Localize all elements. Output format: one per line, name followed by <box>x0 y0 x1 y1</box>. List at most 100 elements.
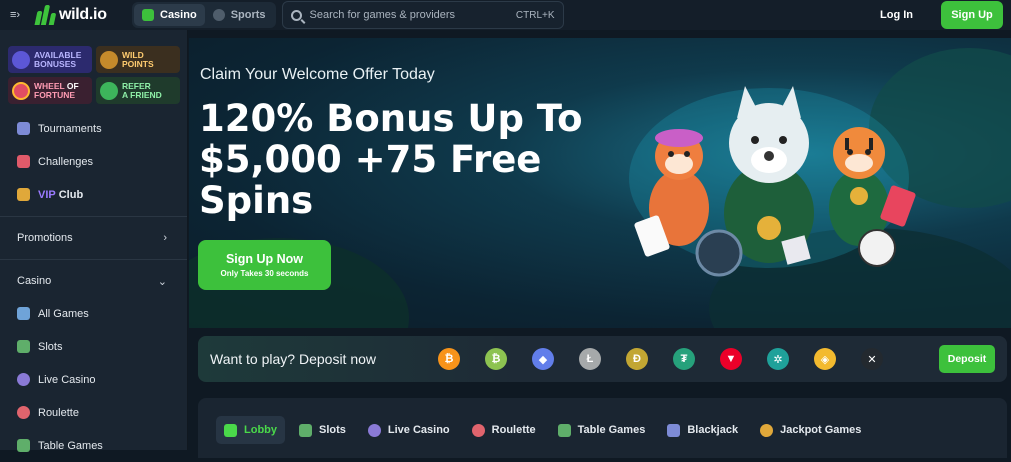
tab-slots[interactable]: Slots <box>291 416 354 444</box>
sidebar-item-label: Roulette <box>38 406 79 419</box>
hero-claim-text: Claim Your Welcome Offer Today <box>200 66 435 83</box>
xrp-icon[interactable]: ✕ <box>861 348 883 370</box>
sidebar-item-label: Challenges <box>38 155 94 168</box>
roulette-icon <box>471 423 485 437</box>
tab-label: Slots <box>319 424 346 436</box>
lobby-panel: Lobby Slots Live Casino Roulette Table G… <box>198 398 1007 458</box>
tab-lobby[interactable]: Lobby <box>216 416 285 444</box>
sidebar-item-all-games[interactable]: All Games <box>0 297 187 330</box>
tron-icon[interactable]: ▼ <box>720 348 742 370</box>
tab-label: Jackpot Games <box>780 424 862 436</box>
lobby-icon <box>224 423 237 437</box>
tab-label: Table Games <box>577 424 646 436</box>
bitcoin-cash-icon[interactable]: ₿ <box>485 348 507 370</box>
search-input[interactable]: Search for games & providers CTRL+K <box>281 1 564 29</box>
tether-icon[interactable]: ₮ <box>673 348 695 370</box>
litecoin-icon[interactable]: Ł <box>579 348 601 370</box>
casino-icon <box>142 9 154 21</box>
sidebar-item-live-casino[interactable]: Live Casino <box>0 363 187 396</box>
deposit-prompt: Want to play? Deposit now <box>210 351 377 367</box>
deposit-bar: Want to play? Deposit now ₿ ₿ ◆ Ł Ð ₮ ▼ ✲ ◈ ✕ Dep… <box>198 336 1007 382</box>
sidebar-section-casino[interactable]: Casino ⌄ <box>0 265 187 297</box>
promo-grid: AVAILABLE BONUSES WILD POINTS WHEEL OF FORT… <box>0 30 187 104</box>
promo-label-line2: POINTS <box>122 58 154 69</box>
bnb-icon[interactable]: ◈ <box>814 348 836 370</box>
promo-wheel-of-fortune[interactable]: WHEEL OF FORTUNE <box>8 77 92 104</box>
tab-sports[interactable]: Sports <box>205 4 274 26</box>
tab-live-casino[interactable]: Live Casino <box>360 416 458 444</box>
club-label: Club <box>58 188 84 201</box>
megaphone-icon <box>100 81 118 100</box>
dealer-icon <box>17 373 30 386</box>
grid-icon <box>17 307 30 320</box>
section-label: Promotions <box>17 232 73 244</box>
soccer-ball-icon <box>858 229 896 267</box>
crown-icon <box>17 188 30 201</box>
main-content: Claim Your Welcome Offer Today 120% Bonu… <box>189 30 1011 458</box>
sidebar-section-promotions[interactable]: Promotions › <box>0 222 187 254</box>
slot-machine-icon <box>299 423 312 437</box>
hero-banner: Claim Your Welcome Offer Today 120% Bonu… <box>189 38 1011 328</box>
chevron-right-icon: › <box>163 232 167 244</box>
tab-blackjack[interactable]: Blackjack <box>659 416 746 444</box>
sidebar-item-label: Slots <box>38 340 63 353</box>
dogecoin-icon[interactable]: Ð <box>626 348 648 370</box>
table-games-icon <box>557 423 571 437</box>
sidebar-item-vip-club[interactable]: VIP Club <box>0 178 187 211</box>
promo-wild-points[interactable]: WILD POINTS <box>96 46 180 73</box>
tab-roulette[interactable]: Roulette <box>464 416 544 444</box>
tab-casino[interactable]: Casino <box>134 4 205 26</box>
sidebar-item-tournaments[interactable]: Tournaments <box>0 112 187 145</box>
deposit-button[interactable]: Deposit <box>939 345 995 373</box>
signup-button[interactable]: Sign Up <box>941 1 1003 29</box>
logo-text: wild.io <box>59 6 107 23</box>
hero-title: 120% Bonus Up To $5,000 +75 Free Spins <box>199 97 583 222</box>
logo[interactable]: wild.io <box>34 5 124 25</box>
divider <box>0 216 187 217</box>
sidebar-item-label: Live Casino <box>38 373 96 386</box>
poker-chip-icon <box>695 229 743 277</box>
hero-signup-sublabel: Only Takes 30 seconds <box>220 269 309 278</box>
tab-casino-label: Casino <box>160 9 197 21</box>
bitcoin-icon[interactable]: ₿ <box>438 348 460 370</box>
sidebar-item-slots[interactable]: Slots <box>0 330 187 363</box>
sidebar: AVAILABLE BONUSES WILD POINTS WHEEL OF FORT… <box>0 30 188 452</box>
tab-label: Lobby <box>244 424 277 436</box>
sidebar-list: Tournaments Challenges VIP Club Promotio… <box>0 112 187 462</box>
sports-ball-icon <box>212 9 225 21</box>
sidebar-item-label: All Games <box>38 307 89 320</box>
crypto-coins: ₿ ₿ ◆ Ł Ð ₮ ▼ ✲ ◈ ✕ <box>438 348 883 370</box>
tiger-mascot <box>829 127 889 246</box>
hero-signup-label: Sign Up Now <box>225 252 304 266</box>
tab-jackpot-games[interactable]: Jackpot Games <box>752 416 869 444</box>
ethereum-icon[interactable]: ◆ <box>532 348 554 370</box>
tab-sports-label: Sports <box>230 9 266 21</box>
promo-label-line2: A FRIEND <box>122 89 162 100</box>
new-badge-icon <box>12 50 30 69</box>
promo-available-bonuses[interactable]: AVAILABLE BONUSES <box>8 46 92 73</box>
table-games-icon <box>17 439 30 452</box>
tab-table-games[interactable]: Table Games <box>550 416 654 444</box>
section-label: Casino <box>17 275 52 287</box>
hero-signup-button[interactable]: Sign Up Now Only Takes 30 seconds <box>198 240 331 290</box>
top-bar: ≡› wild.io Casino Sports Search for game… <box>0 0 1011 30</box>
search-placeholder: Search for games & providers <box>309 9 456 21</box>
divider <box>0 259 187 260</box>
dealer-icon <box>367 423 381 437</box>
login-button[interactable]: Log In <box>880 9 913 21</box>
cards-icon <box>667 423 681 437</box>
wild-logo-icon <box>34 5 57 25</box>
sidebar-item-roulette[interactable]: Roulette <box>0 396 187 429</box>
sidebar-item-table-games[interactable]: Table Games <box>0 429 187 462</box>
cardano-icon[interactable]: ✲ <box>767 348 789 370</box>
trophy-icon <box>17 122 30 135</box>
sidebar-item-challenges[interactable]: Challenges <box>0 145 187 178</box>
promo-label-line2: FORTUNE <box>34 89 76 100</box>
vip-label: VIP <box>38 188 56 201</box>
tab-label: Blackjack <box>687 424 739 436</box>
product-switch: Casino Sports <box>132 2 276 28</box>
sidebar-item-label: Tournaments <box>38 122 102 135</box>
promo-refer-a-friend[interactable]: REFER A FRIEND <box>96 77 180 104</box>
search-icon <box>290 9 302 21</box>
menu-toggle-icon[interactable]: ≡› <box>10 9 30 21</box>
